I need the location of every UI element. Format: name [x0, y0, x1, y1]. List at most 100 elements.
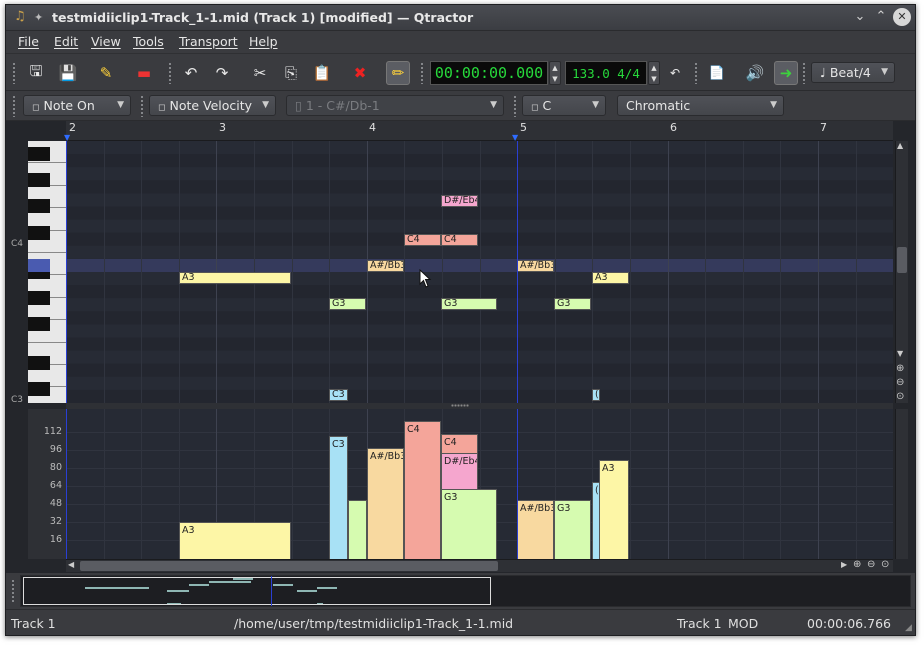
event-param2-combo[interactable]: ▯ 1 - C#/Db-1 ▼: [286, 95, 504, 116]
preview-notes-button[interactable]: 🔊: [743, 61, 767, 85]
tempo-display[interactable]: 133.0 4/4: [565, 61, 647, 85]
velocity-pane[interactable]: A3 C3 A#/Bb3 C4 C4 D#/Eb4 G3 A#/Bb3 G3(A3: [66, 409, 893, 559]
thumb-view[interactable]: [20, 575, 911, 607]
toolbar-grip[interactable]: [694, 62, 699, 84]
edit-mode-button[interactable]: ✏: [386, 61, 410, 85]
black-key[interactable]: [28, 147, 50, 161]
zoom-reset-icon[interactable]: ⊙: [881, 559, 889, 570]
horizontal-scrollbar[interactable]: ◀ ▶ ⊕ ⊖ ⊙: [66, 559, 893, 572]
midi-note[interactable]: G3: [554, 298, 591, 310]
midi-note[interactable]: A#/Bb3: [517, 260, 554, 272]
menu-tools[interactable]: Tools: [133, 34, 164, 49]
event-type-combo[interactable]: ◻ Note On ▼: [23, 95, 131, 116]
close-button[interactable]: ✕: [893, 8, 911, 26]
black-key[interactable]: [28, 382, 50, 396]
velocity-bar[interactable]: A3: [179, 522, 291, 559]
scrollbar-thumb[interactable]: [897, 247, 907, 273]
delete-button[interactable]: ✖: [348, 61, 372, 85]
toolbar-grip[interactable]: [802, 62, 807, 84]
undo-button[interactable]: ↶: [179, 61, 203, 85]
velocity-bar[interactable]: A#/Bb3: [517, 500, 554, 559]
toolbar-grip[interactable]: [420, 62, 425, 84]
toolbar-grip[interactable]: [11, 579, 16, 603]
velocity-bar[interactable]: G3: [441, 489, 497, 559]
menu-view[interactable]: View: [91, 34, 121, 49]
menu-help[interactable]: Help: [249, 34, 278, 49]
toolbar-grip[interactable]: [140, 95, 145, 117]
black-key[interactable]: [28, 356, 50, 370]
tempo-reset-button[interactable]: ↶: [663, 61, 687, 85]
piano-roll-grid[interactable]: D#/Eb4 C4 C4 A3 A#/Bb3 A#/Bb3 A3 G3 G3 G3 C3 (: [66, 141, 893, 403]
velocity-bar[interactable]: C4: [404, 421, 441, 559]
pin-icon[interactable]: ✦: [34, 11, 43, 24]
piano-keyboard[interactable]: [28, 141, 66, 403]
cut-button[interactable]: ✂: [248, 61, 272, 85]
menu-transport[interactable]: Transport: [179, 34, 238, 49]
scale-type-combo[interactable]: Chromatic ▼: [617, 95, 784, 116]
event-param2-value: 1 - C#/Db-1: [305, 98, 380, 113]
toolbar-grip[interactable]: [513, 95, 518, 117]
title-bar[interactable]: ♫ ✦ testmidiiclip1-Track_1-1.mid (Track …: [6, 5, 915, 31]
black-key[interactable]: [28, 291, 50, 305]
save-button[interactable]: 💾: [56, 61, 80, 85]
velocity-scale: 112 96 80 64 48 32 16: [28, 409, 66, 559]
view-notes-button[interactable]: 📄: [705, 61, 729, 85]
zoom-in-icon[interactable]: ⊕: [853, 559, 861, 570]
thumb-note: [317, 587, 337, 589]
follow-playhead-button[interactable]: ➜: [774, 61, 798, 85]
velocity-bar[interactable]: A3: [599, 460, 629, 559]
black-key[interactable]: [28, 173, 50, 187]
maximize-button[interactable]: ⌃: [872, 8, 890, 26]
vertical-scrollbar[interactable]: ▲ ▼ ⊕ ⊖ ⊙: [895, 141, 908, 403]
midi-note[interactable]: A3: [179, 272, 291, 284]
redo-button[interactable]: ↷: [210, 61, 234, 85]
toolbar-grip[interactable]: [12, 95, 17, 117]
midi-note[interactable]: G3: [441, 298, 497, 310]
midi-note[interactable]: A3: [592, 272, 629, 284]
time-ruler[interactable]: 2 3 4 5 6 7 ▼ ▼: [64, 121, 893, 142]
scroll-up-arrow-icon[interactable]: ▲: [897, 141, 903, 150]
zoom-out-icon[interactable]: ⊖: [867, 559, 875, 570]
paste-button[interactable]: 📋: [310, 61, 334, 85]
scroll-right-arrow-icon[interactable]: ▶: [841, 560, 847, 569]
black-key[interactable]: [28, 226, 50, 240]
midi-note[interactable]: C4: [441, 234, 478, 246]
black-key[interactable]: [28, 199, 50, 213]
time-spinner[interactable]: ▲ ▼: [549, 61, 561, 85]
scroll-down-arrow-icon[interactable]: ▼: [897, 349, 903, 358]
tempo-spinner[interactable]: ▲ ▼: [648, 61, 660, 85]
zoom-out-icon[interactable]: ⊖: [896, 377, 904, 388]
midi-note[interactable]: A#/Bb3: [367, 260, 404, 272]
minimize-button[interactable]: ⌄: [851, 8, 869, 26]
scale-key-combo[interactable]: ◻ C ▼: [522, 95, 606, 116]
midi-note[interactable]: D#/Eb4: [441, 195, 478, 207]
record-button[interactable]: ▬: [132, 61, 156, 85]
velocity-bar[interactable]: G3: [554, 500, 591, 559]
scroll-left-arrow-icon[interactable]: ◀: [68, 560, 74, 569]
menu-file[interactable]: File: [18, 34, 39, 49]
resize-grip-icon[interactable]: ◢: [905, 623, 912, 633]
key-row: [66, 324, 893, 338]
menu-edit[interactable]: Edit: [54, 34, 78, 49]
toolbar-grip[interactable]: [168, 62, 173, 84]
thumb-view-viewport[interactable]: [23, 577, 491, 605]
midi-note[interactable]: C3: [329, 389, 348, 401]
zoom-reset-icon[interactable]: ⊙: [896, 391, 904, 402]
event-param-combo[interactable]: ◻ Note Velocity ▼: [149, 95, 276, 116]
black-key[interactable]: [28, 317, 50, 331]
velocity-bar[interactable]: A#/Bb3: [367, 448, 404, 559]
midi-note[interactable]: G3: [329, 298, 366, 310]
midi-note[interactable]: (: [592, 389, 600, 401]
time-display[interactable]: 00:00:00.000: [430, 61, 548, 85]
save-as-button[interactable]: 🖫: [24, 61, 48, 85]
scrollbar-thumb[interactable]: [80, 561, 498, 571]
zoom-in-icon[interactable]: ⊕: [896, 363, 904, 374]
snap-combo[interactable]: ♩ Beat/4 ▼: [811, 62, 895, 83]
velocity-bar[interactable]: [348, 500, 367, 559]
copy-button[interactable]: ⎘: [279, 61, 303, 85]
selected-row-highlight: [66, 259, 893, 272]
midi-note[interactable]: C4: [404, 234, 441, 246]
unlink-button[interactable]: ✎: [94, 61, 118, 85]
toolbar-grip[interactable]: [12, 62, 17, 84]
velocity-bar[interactable]: C3: [329, 436, 348, 559]
